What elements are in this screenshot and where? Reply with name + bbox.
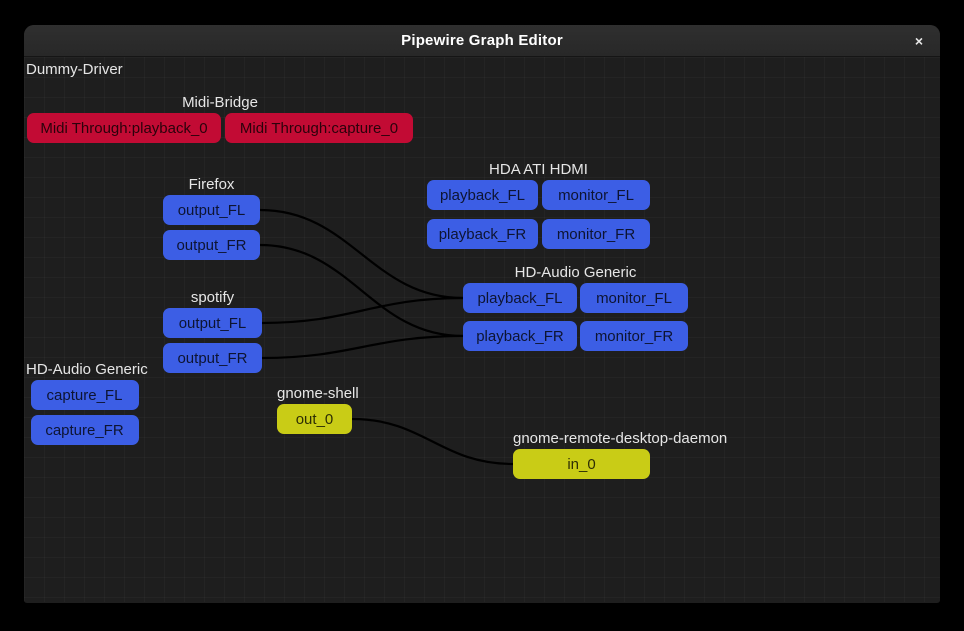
node-gnome-shell[interactable]: gnome-shell out_0 — [277, 384, 352, 434]
port-playback-fl[interactable]: playback_FL — [463, 283, 577, 313]
link-curve[interactable] — [262, 336, 463, 358]
port-output-fr[interactable]: output_FR — [163, 230, 260, 260]
port-monitor-fl[interactable]: monitor_FL — [580, 283, 688, 313]
port-monitor-fl[interactable]: monitor_FL — [542, 180, 650, 210]
port-output-fr[interactable]: output_FR — [163, 343, 262, 373]
port-playback-fr[interactable]: playback_FR — [463, 321, 577, 351]
port-output-fl[interactable]: output_FL — [163, 308, 262, 338]
port-out-0[interactable]: out_0 — [277, 404, 352, 434]
window-title: Pipewire Graph Editor — [401, 32, 563, 49]
node-title: HDA ATI HDMI — [427, 160, 650, 179]
node-hd-audio-generic-sink[interactable]: HD-Audio Generic playback_FL monitor_FL … — [463, 263, 688, 351]
port-monitor-fr[interactable]: monitor_FR — [542, 219, 650, 249]
close-icon[interactable]: × — [908, 30, 930, 52]
port-in-0[interactable]: in_0 — [513, 449, 650, 479]
port-capture-fr[interactable]: capture_FR — [31, 415, 139, 445]
node-title: HD-Audio Generic — [463, 263, 688, 282]
port-monitor-fr[interactable]: monitor_FR — [580, 321, 688, 351]
port-playback-fl[interactable]: playback_FL — [427, 180, 538, 210]
port-playback-fr[interactable]: playback_FR — [427, 219, 538, 249]
port-midi-capture[interactable]: Midi Through:capture_0 — [225, 113, 413, 143]
node-title: HD-Audio Generic — [26, 360, 143, 379]
node-midi-bridge[interactable]: Midi-Bridge Midi Through:playback_0 Midi… — [27, 93, 413, 143]
titlebar[interactable]: Pipewire Graph Editor × — [24, 25, 940, 57]
port-midi-playback[interactable]: Midi Through:playback_0 — [27, 113, 221, 143]
node-title: Midi-Bridge — [27, 93, 413, 112]
node-title: gnome-shell — [277, 384, 352, 403]
node-hda-ati-hdmi[interactable]: HDA ATI HDMI playback_FL monitor_FL play… — [427, 160, 650, 249]
pipewire-graph-editor-window: Pipewire Graph Editor × Dummy-Driver Mid… — [24, 25, 940, 603]
node-dummy-driver[interactable]: Dummy-Driver — [26, 60, 123, 79]
node-firefox[interactable]: Firefox output_FL output_FR — [163, 175, 260, 260]
node-title: spotify — [163, 288, 262, 307]
port-output-fl[interactable]: output_FL — [163, 195, 260, 225]
node-hd-audio-generic-source[interactable]: HD-Audio Generic capture_FL capture_FR — [26, 360, 143, 445]
node-spotify[interactable]: spotify output_FL output_FR — [163, 288, 262, 373]
node-title: Firefox — [163, 175, 260, 194]
link-curve[interactable] — [262, 298, 463, 323]
node-title: gnome-remote-desktop-daemon — [513, 429, 727, 448]
node-gnome-remote-desktop-daemon[interactable]: gnome-remote-desktop-daemon in_0 — [513, 429, 727, 479]
link-curve[interactable] — [352, 419, 513, 464]
graph-canvas[interactable]: Dummy-Driver Midi-Bridge Midi Through:pl… — [24, 57, 940, 602]
node-title: Dummy-Driver — [26, 60, 123, 79]
port-capture-fl[interactable]: capture_FL — [31, 380, 139, 410]
